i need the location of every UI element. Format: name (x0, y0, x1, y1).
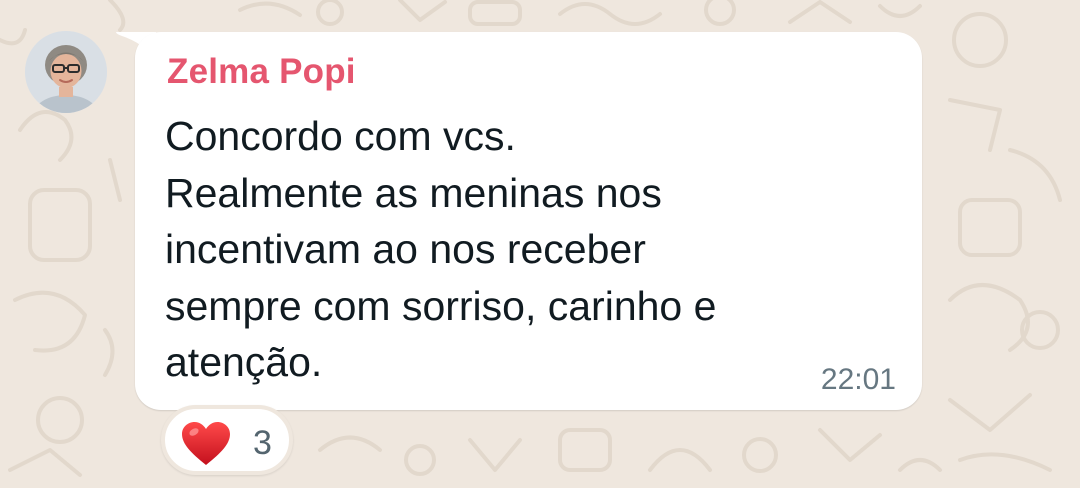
red-heart-icon (182, 422, 230, 465)
profile-photo-avatar (25, 31, 107, 113)
message-line: sempre com sorriso, carinho e (165, 282, 717, 329)
reaction-pill[interactable]: 3 (161, 405, 293, 475)
reaction-count: 3 (253, 424, 272, 462)
message-timestamp: 22:01 (820, 363, 896, 396)
sender-name[interactable]: Zelma Popi (167, 52, 356, 92)
message-bubble[interactable]: Zelma Popi Concordo com vcs. Realmente a… (135, 32, 922, 410)
message-line: incentivam ao nos receber (165, 226, 646, 272)
message-line: Concordo com vcs. (165, 113, 516, 159)
message-line: Realmente as meninas nos (165, 169, 662, 216)
sender-avatar[interactable] (25, 31, 107, 113)
message-text: Concordo com vcs. Realmente as meninas n… (165, 108, 865, 391)
message-line: atenção. (165, 339, 323, 385)
